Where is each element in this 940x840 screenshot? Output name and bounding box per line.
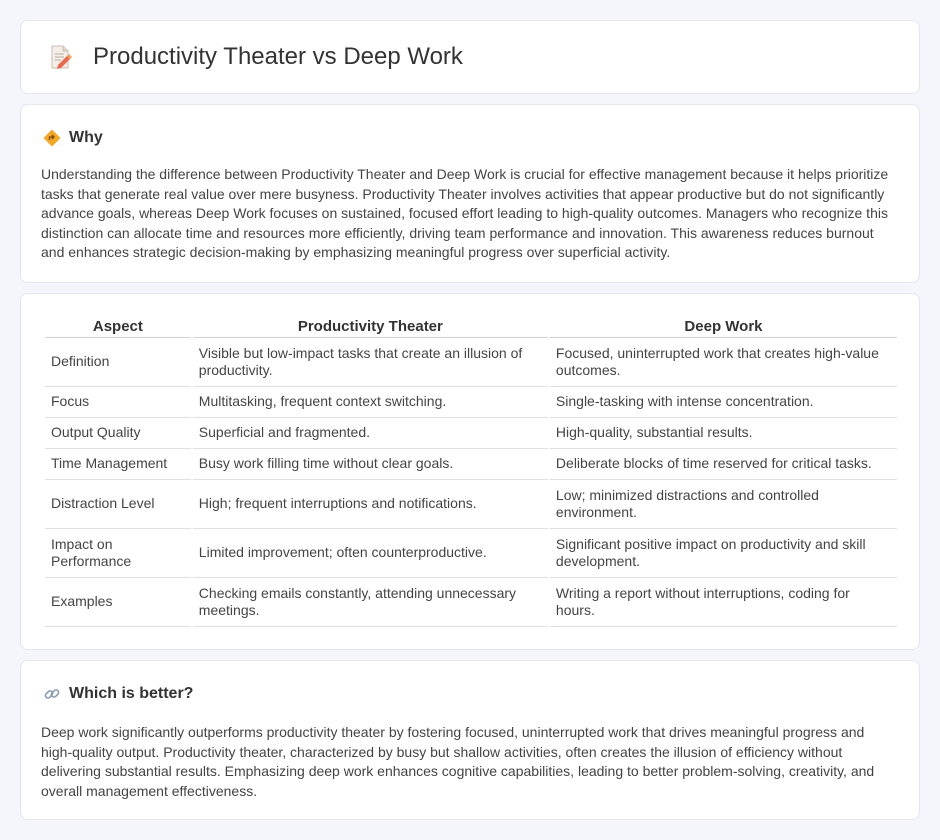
productivity-theater-cell: Multitasking, frequent context switching…	[192, 387, 548, 418]
aspect-cell: Examples	[45, 578, 191, 627]
aspect-cell: Time Management	[45, 449, 191, 480]
table-row: Impact on Performance Limited improvemen…	[45, 529, 897, 578]
document-edit-icon	[51, 45, 72, 69]
which-is-better-title: Which is better?	[69, 685, 194, 702]
table-header-row: Aspect Productivity Theater Deep Work	[45, 316, 897, 338]
table-row: Focus Multitasking, frequent context swi…	[45, 387, 897, 418]
why-section: Why Understanding the difference between…	[20, 104, 920, 283]
column-header-aspect: Aspect	[45, 316, 191, 338]
aspect-cell: Distraction Level	[45, 480, 191, 529]
deep-work-cell: High-quality, substantial results.	[549, 418, 897, 449]
which-is-better-section: Which is better? Deep work significantly…	[20, 660, 920, 820]
table-row: Definition Visible but low-impact tasks …	[45, 338, 897, 387]
table-row: Time Management Busy work filling time w…	[45, 449, 897, 480]
productivity-theater-cell: Visible but low-impact tasks that create…	[192, 338, 548, 387]
aspect-cell: Output Quality	[45, 418, 191, 449]
productivity-theater-cell: Checking emails constantly, attending un…	[192, 578, 548, 627]
header-card: Productivity Theater vs Deep Work	[20, 20, 920, 94]
table-row: Distraction Level High; frequent interru…	[45, 480, 897, 529]
deep-work-cell: Writing a report without interruptions, …	[549, 578, 897, 627]
deep-work-cell: Focused, uninterrupted work that creates…	[549, 338, 897, 387]
deep-work-cell: Deliberate blocks of time reserved for c…	[549, 449, 897, 480]
column-header-deep-work: Deep Work	[549, 316, 897, 338]
link-icon	[44, 689, 60, 699]
deep-work-cell: Significant positive impact on productiv…	[549, 529, 897, 578]
deep-work-cell: Low; minimized distractions and controll…	[549, 480, 897, 529]
column-header-productivity-theater: Productivity Theater	[192, 316, 548, 338]
page-title: Productivity Theater vs Deep Work	[93, 43, 463, 70]
why-title: Why	[69, 129, 103, 146]
table-row: Examples Checking emails constantly, att…	[45, 578, 897, 627]
aspect-cell: Definition	[45, 338, 191, 387]
aspect-cell: Focus	[45, 387, 191, 418]
why-body: Understanding the difference between Pro…	[41, 166, 889, 261]
comparison-table: Aspect Productivity Theater Deep Work De…	[43, 316, 899, 627]
diamond-signpost-icon	[43, 129, 61, 147]
deep-work-cell: Single-tasking with intense concentratio…	[549, 387, 897, 418]
aspect-cell: Impact on Performance	[45, 529, 191, 578]
productivity-theater-cell: Busy work filling time without clear goa…	[192, 449, 548, 480]
productivity-theater-cell: Superficial and fragmented.	[192, 418, 548, 449]
which-is-better-body: Deep work significantly outperforms prod…	[41, 724, 875, 799]
productivity-theater-cell: Limited improvement; often counterproduc…	[192, 529, 548, 578]
comparison-section: Aspect Productivity Theater Deep Work De…	[20, 293, 920, 650]
productivity-theater-cell: High; frequent interruptions and notific…	[192, 480, 548, 529]
table-row: Output Quality Superficial and fragmente…	[45, 418, 897, 449]
